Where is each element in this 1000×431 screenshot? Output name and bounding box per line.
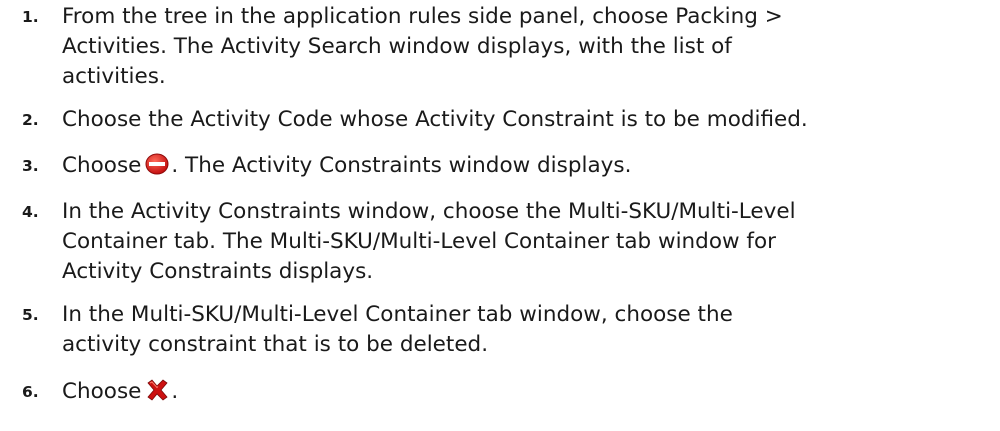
step-text-line: activity constraint that is to be delete… (62, 332, 489, 357)
step-text-line: activities. (62, 64, 166, 89)
step-text-before-icon: Choose (62, 153, 142, 178)
step-text-line: Choose . The Activity Constraints window… (62, 151, 987, 181)
delete-record-icon (145, 153, 169, 175)
step-text: Choose . (62, 377, 987, 407)
step-text-line: In the Multi-SKU/Multi-Level Container t… (62, 302, 733, 327)
step-text-line: Activity Constraints displays. (62, 259, 374, 284)
step-text: Choose the Activity Code whose Activity … (62, 105, 987, 135)
step-text-line: Activities. The Activity Search window d… (62, 34, 732, 59)
step-text-line: Container tab. The Multi-SKU/Multi-Level… (62, 229, 776, 254)
step-number: 5. (22, 306, 39, 324)
step-text-line: Choose . (62, 377, 987, 407)
step-number: 4. (22, 203, 39, 221)
step-text-line: From the tree in the application rules s… (62, 4, 783, 29)
step-number: 1. (22, 8, 39, 26)
step-text-line: In the Activity Constraints window, choo… (62, 199, 796, 224)
step-number: 3. (22, 157, 39, 175)
step-text: From the tree in the application rules s… (62, 2, 987, 92)
step-text: In the Multi-SKU/Multi-Level Container t… (62, 300, 987, 360)
step-number: 2. (22, 111, 39, 129)
step-text: Choose . The Activity Constraints window… (62, 151, 987, 181)
step-text: In the Activity Constraints window, choo… (62, 197, 987, 287)
step-number: 6. (22, 383, 39, 401)
step-text-line: Choose the Activity Code whose Activity … (62, 107, 808, 132)
step-text-after-icon: . The Activity Constraints window displa… (171, 153, 632, 178)
delete-x-icon (145, 379, 169, 401)
step-text-before-icon: Choose (62, 379, 142, 404)
step-text-after-icon: . (171, 379, 179, 404)
